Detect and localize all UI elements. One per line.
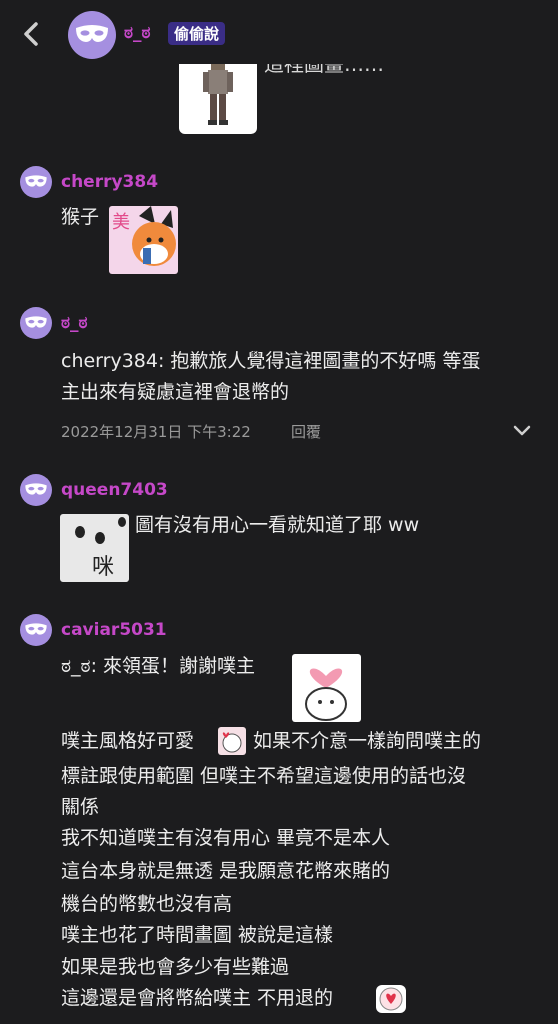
header-username[interactable]: ಠ_ಠ (124, 23, 151, 43)
comment-timestamp: 2022年12月31日 下午3:22 (61, 423, 251, 441)
svg-text:美: 美 (112, 212, 130, 233)
post-image[interactable] (179, 60, 257, 134)
avatar[interactable] (20, 474, 52, 506)
avatar[interactable] (20, 166, 52, 198)
comment-username[interactable]: caviar5031 (61, 620, 167, 640)
comment-text-line: 這邊還是會將幣給噗主 不用退的 (61, 987, 334, 1009)
comment-text-line: 這台本身就是無透 是我願意花幣來賭的 (61, 860, 391, 882)
comment-text-line: 主出來有疑慮這裡會退幣的 (61, 381, 290, 403)
avatar[interactable] (20, 307, 52, 339)
comment-text-line: 關係 (61, 796, 100, 818)
character-figure-icon (203, 60, 233, 125)
comment-text-line: 如果不介意一樣詢問噗主的 (253, 730, 482, 752)
mask-icon (25, 623, 47, 635)
comment-text-line: 噗主風格好可愛 (61, 730, 195, 752)
mask-icon (76, 25, 108, 42)
mask-icon (25, 316, 47, 328)
avatar[interactable] (20, 614, 52, 646)
comment-text-line: 噗主也花了時間畫圖 被說是這樣 (61, 924, 334, 946)
heart-sticker (292, 654, 361, 722)
cat-heart-emoji (218, 727, 246, 755)
svg-text:咪: 咪 (92, 555, 114, 580)
mask-icon (25, 175, 47, 187)
comment-text-line: 我不知道噗主有沒有用心 畢竟不是本人 (61, 827, 391, 849)
comment-text: 圖有沒有用心一看就知道了耶 ww (135, 514, 420, 536)
comment-text-line: cherry384: 抱歉旅人覺得這裡圖畫的不好嗎 等蛋 (61, 350, 481, 372)
comment-text-line: 標註跟使用範圍 但噗主不希望這邊使用的話也沒 (61, 765, 467, 787)
chevron-down-icon[interactable] (512, 424, 532, 438)
comment-text-line: ಠ_ಠ: 來領蛋！謝謝噗主 (61, 655, 256, 677)
back-chevron-icon[interactable] (18, 18, 46, 50)
comment-text-line: 機台的幣數也沒有高 (61, 893, 233, 915)
comment-username[interactable]: queen7403 (61, 480, 168, 500)
comment-text: 猴子 (61, 206, 100, 228)
mask-icon (25, 483, 47, 495)
comment-username[interactable]: ಠ_ಠ (61, 313, 88, 333)
header: ಠ_ಠ 偷偷說 (0, 0, 558, 64)
heart-emoji (376, 985, 406, 1013)
comment-username[interactable]: cherry384 (61, 172, 158, 192)
anonymous-badge: 偷偷說 (168, 22, 226, 45)
comment-text-line: 如果是我也會多少有些難過 (61, 956, 290, 978)
ghost-sticker: 咪 (60, 514, 129, 582)
avatar[interactable] (68, 11, 116, 59)
reply-button[interactable]: 回覆 (291, 421, 321, 442)
fox-sticker: 美 (109, 206, 178, 274)
